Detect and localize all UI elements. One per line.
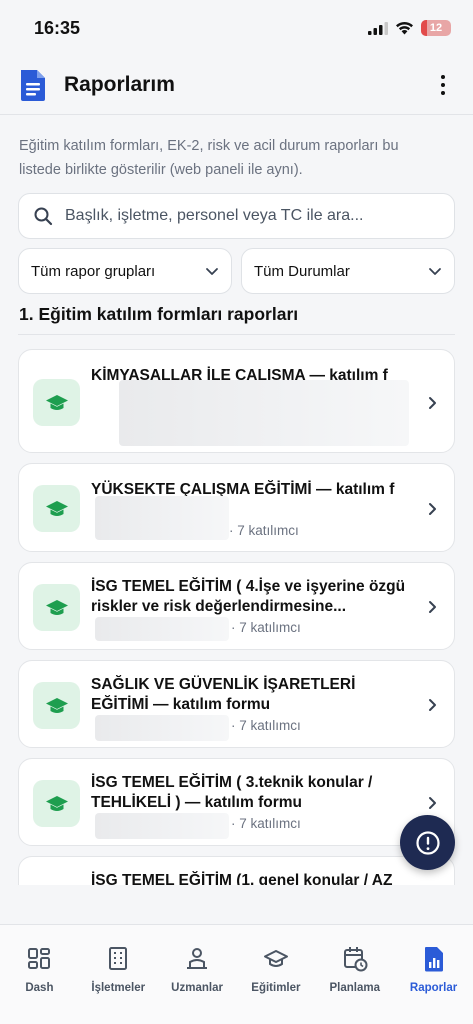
chevron-right-icon [429, 503, 436, 515]
nav-item-raporlar[interactable]: Raporlar [394, 925, 473, 1024]
page-title: Raporlarım [64, 73, 175, 96]
nav-item-planlama[interactable]: Planlama [315, 925, 394, 1024]
more-options-button[interactable] [431, 70, 455, 100]
nav-label: İşletmeler [91, 982, 146, 994]
status-time: 16:35 [34, 17, 81, 38]
chevron-right-icon [429, 797, 436, 809]
graduation-cap-icon [33, 379, 80, 426]
report-card[interactable]: SAĞLIK VE GÜVENLİK İŞARETLERİ EĞİTİMİ — … [18, 660, 455, 748]
report-participants: · 7 katılımcı [231, 718, 301, 733]
signal-icon [368, 21, 388, 35]
report-participants: · 7 katılımcı [229, 523, 299, 538]
report-card[interactable]: İSG TEMEL EĞİTİM ( 3.teknik konular / TE… [18, 758, 455, 846]
redacted-details [95, 715, 229, 741]
chevron-down-icon [429, 268, 441, 275]
section-divider [18, 334, 455, 335]
section-title: 1. Eğitim katılım formları raporları [19, 304, 299, 324]
report-group-filter-value: Tüm rapor grupları [31, 262, 156, 280]
more-vertical-icon [441, 75, 445, 79]
report-title: SAĞLIK VE GÜVENLİK İŞARETLERİ EĞİTİMİ — … [91, 676, 356, 713]
nav-item-isletmeler[interactable]: İşletmeler [79, 925, 158, 1024]
report-list[interactable]: KİMYASALLAR İLE ÇALIŞMA — katılım f YÜKS… [0, 348, 473, 885]
experts-icon [187, 948, 208, 969]
battery-level: 12 [429, 22, 443, 34]
help-fab-button[interactable] [400, 815, 455, 870]
status-filter-value: Tüm Durumlar [254, 262, 350, 280]
report-card[interactable]: KİMYASALLAR İLE ÇALIŞMA — katılım f [18, 349, 455, 453]
nav-label: Raporlar [409, 982, 458, 994]
report-participants: · 7 katılımcı [231, 816, 301, 831]
calendar-clock-icon [343, 947, 368, 972]
report-title: İSG TEMEL EĞİTİM ( 3.teknik konular / TE… [91, 774, 373, 811]
bottom-navigation: Dash İşletmeler Uzmanlar Eğitimler Planl… [0, 924, 473, 1024]
redacted-details [95, 813, 229, 839]
nav-label: Planlama [329, 982, 380, 994]
status-icons: 12 [368, 20, 451, 36]
more-vertical-icon-dot [441, 83, 445, 87]
graduation-cap-icon [33, 682, 80, 729]
status-filter[interactable]: Tüm Durumlar [241, 248, 455, 294]
nav-label: Eğitimler [251, 982, 301, 994]
report-card[interactable]: İSG TEMEL EĞİTİM (1. genel konular / AZ [18, 856, 455, 885]
graduation-cap-icon [33, 780, 80, 827]
report-title: İSG TEMEL EĞİTİM ( 4.İşe ve işyerine özg… [91, 578, 406, 615]
nav-label: Uzmanlar [171, 982, 223, 994]
report-group-filter[interactable]: Tüm rapor grupları [18, 248, 232, 294]
nav-item-dash[interactable]: Dash [0, 925, 79, 1024]
building-icon [109, 947, 128, 970]
report-chart-icon [424, 947, 443, 972]
dashboard-icon [28, 948, 51, 969]
nav-item-uzmanlar[interactable]: Uzmanlar [158, 925, 237, 1024]
report-document-icon [21, 70, 45, 101]
battery-icon: 12 [421, 20, 451, 36]
alert-circle-icon [415, 830, 440, 855]
app-header: Raporlarım [0, 56, 473, 114]
chevron-right-icon [429, 397, 436, 409]
report-title: İSG TEMEL EĞİTİM (1. genel konular / AZ [91, 872, 393, 885]
nav-label: Dash [25, 982, 54, 994]
chevron-right-icon [429, 601, 436, 613]
status-bar: 16:35 12 [0, 0, 473, 56]
report-card[interactable]: YÜKSEKTE ÇALIŞMA EĞİTİMİ — katılım f · 7… [18, 463, 455, 552]
graduation-cap-icon [33, 584, 80, 631]
report-participants: · 7 katılımcı [231, 620, 301, 635]
graduation-cap-icon [263, 950, 288, 967]
search-icon [34, 207, 53, 226]
search-box[interactable] [18, 193, 455, 239]
graduation-cap-icon [33, 485, 80, 532]
chevron-right-icon [429, 699, 436, 711]
redacted-details [119, 380, 409, 446]
wifi-icon [396, 21, 413, 35]
nav-item-egitimler[interactable]: Eğitimler [236, 925, 315, 1024]
report-card[interactable]: İSG TEMEL EĞİTİM ( 4.İşe ve işyerine özg… [18, 562, 455, 650]
redacted-details [95, 617, 229, 641]
search-input[interactable] [65, 207, 440, 225]
header-divider [0, 114, 473, 115]
page-description: Eğitim katılım formları, EK-2, risk ve a… [19, 138, 399, 178]
redacted-details [95, 496, 229, 540]
more-vertical-icon-dot [441, 91, 445, 95]
chevron-down-icon [206, 268, 218, 275]
